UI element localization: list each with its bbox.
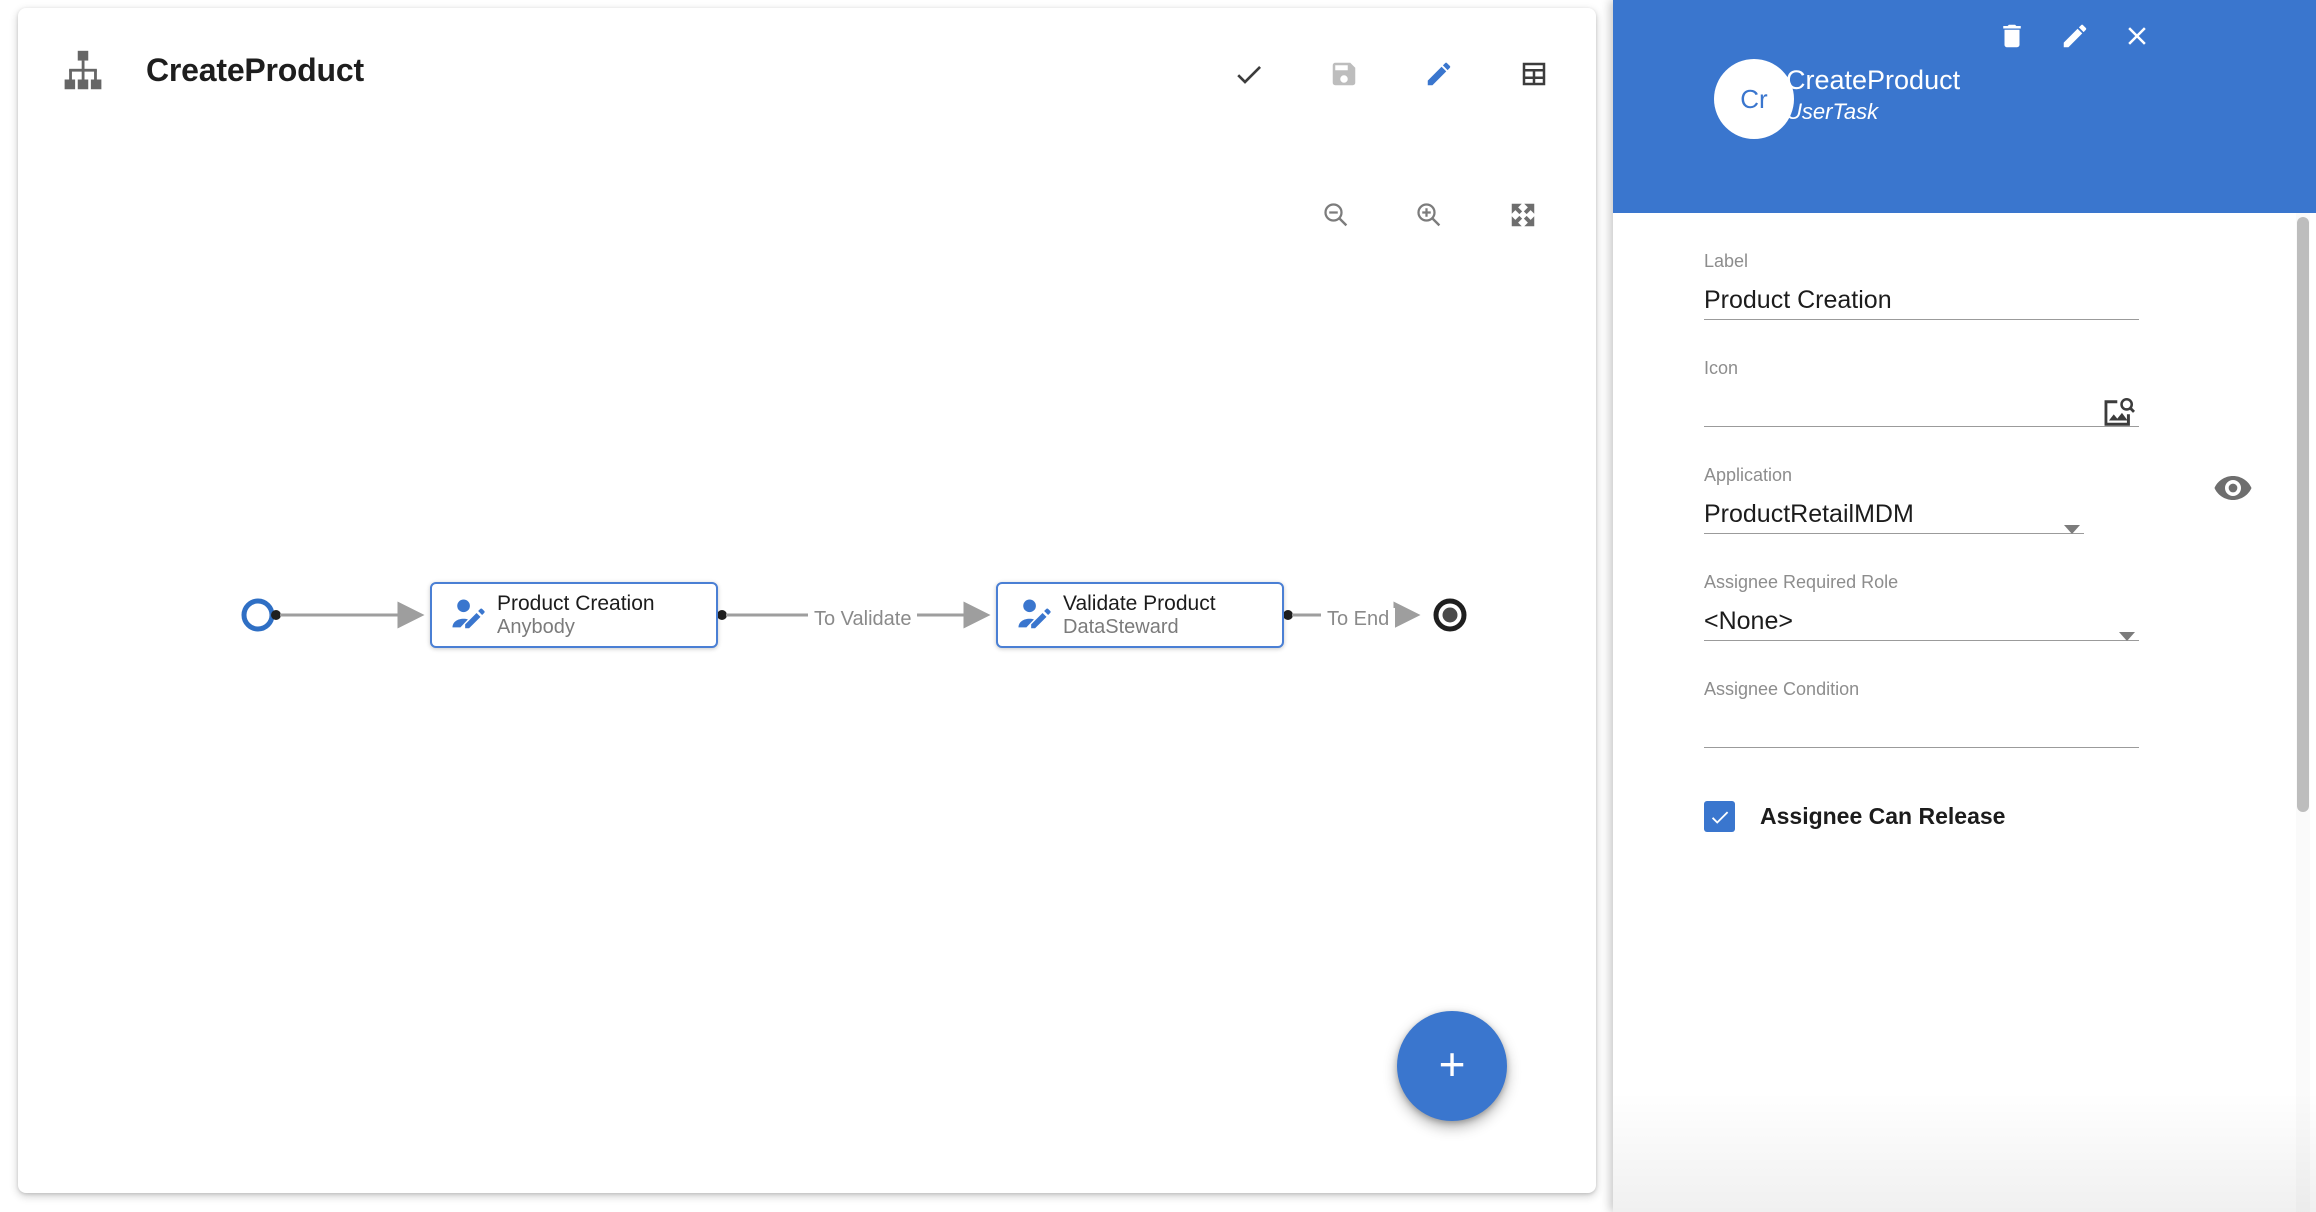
start-event[interactable] — [244, 601, 281, 629]
chevron-down-icon[interactable] — [2119, 632, 2135, 641]
flow-graph — [18, 248, 1596, 1193]
end-event[interactable] — [1436, 601, 1464, 629]
properties-panel: Cr CreateProduct UserTask Label Product … — [1613, 0, 2316, 1212]
node-title: Validate Product — [1063, 592, 1216, 616]
field-underline — [1704, 533, 2084, 534]
save-icon — [1329, 59, 1359, 89]
table-icon — [1519, 59, 1549, 89]
check-icon — [1233, 58, 1265, 90]
close-button[interactable] — [2113, 12, 2161, 60]
field-underline — [1704, 640, 2139, 641]
account-tree-icon — [57, 48, 109, 93]
checkbox-label: Assignee Can Release — [1760, 803, 2005, 830]
add-element-button[interactable]: + — [1397, 1011, 1507, 1121]
flow-node-validate-product[interactable]: Validate Product DataSteward — [996, 582, 1284, 648]
delete-button[interactable] — [1988, 12, 2036, 60]
panel-title: CreateProduct — [1786, 65, 1960, 96]
assignee-can-release-checkbox[interactable]: Assignee Can Release — [1704, 801, 2005, 832]
node-subtitle: DataSteward — [1063, 616, 1216, 638]
eye-icon[interactable] — [2213, 468, 2253, 508]
node-title: Product Creation — [497, 592, 655, 616]
node-text: Validate Product DataSteward — [1063, 592, 1216, 638]
node-text: Product Creation Anybody — [497, 592, 655, 638]
field-label-text: Icon — [1704, 358, 2139, 379]
fit-screen-button[interactable] — [1501, 193, 1545, 237]
zoom-in-icon — [1414, 200, 1444, 230]
pencil-icon — [2060, 21, 2090, 51]
chevron-down-icon[interactable] — [2064, 525, 2080, 534]
flow-node-product-creation[interactable]: Product Creation Anybody — [430, 582, 718, 648]
checkbox-box[interactable] — [1704, 801, 1735, 832]
page-title: CreateProduct — [146, 52, 364, 89]
check-icon — [1709, 806, 1731, 828]
close-icon — [2122, 21, 2152, 51]
field-label-text: Assignee Condition — [1704, 679, 2139, 700]
pencil-icon — [1424, 59, 1454, 89]
edge-label-to-end[interactable]: To End — [1321, 608, 1395, 631]
plus-icon: + — [1439, 1041, 1466, 1087]
field-label-text: Application — [1704, 465, 2084, 486]
assignee-role-select[interactable]: <None> — [1704, 602, 2139, 640]
node2-out-port — [1283, 610, 1293, 620]
designer-card: CreateProduct — [18, 8, 1596, 1193]
image-search-icon[interactable] — [2101, 396, 2135, 430]
node1-out-port — [717, 610, 727, 620]
field-icon: Icon — [1704, 358, 2139, 427]
field-label-text: Assignee Required Role — [1704, 572, 2139, 593]
validate-button[interactable] — [1227, 52, 1271, 96]
field-label: Label Product Creation — [1704, 251, 2139, 320]
trash-icon — [1997, 21, 2027, 51]
card-header: CreateProduct — [18, 8, 1596, 113]
user-edit-icon — [1015, 596, 1053, 634]
field-application: Application ProductRetailMDM — [1704, 465, 2084, 534]
panel-body: Label Product Creation Icon Application … — [1613, 213, 2316, 1212]
label-input[interactable]: Product Creation — [1704, 281, 2139, 319]
field-underline — [1704, 319, 2139, 320]
field-label-text: Label — [1704, 251, 2139, 272]
field-assignee-condition: Assignee Condition — [1704, 679, 2139, 748]
edit-properties-button[interactable] — [2051, 12, 2099, 60]
avatar-initials: Cr — [1740, 84, 1767, 115]
workflow-designer-app: CreateProduct — [0, 0, 2316, 1212]
assignee-condition-input[interactable] — [1704, 709, 2139, 747]
table-view-button[interactable] — [1512, 52, 1556, 96]
panel-bottom-shadow — [1613, 1092, 2316, 1212]
edit-button[interactable] — [1417, 52, 1461, 96]
edge-label-to-validate[interactable]: To Validate — [808, 608, 917, 631]
avatar: Cr — [1714, 59, 1794, 139]
node-subtitle: Anybody — [497, 616, 655, 638]
field-underline — [1704, 426, 2139, 427]
icon-input[interactable] — [1704, 388, 2139, 426]
zoom-out-icon — [1321, 200, 1351, 230]
scrollbar-thumb[interactable] — [2297, 217, 2309, 812]
panel-header: Cr CreateProduct UserTask — [1613, 0, 2316, 213]
application-select[interactable]: ProductRetailMDM — [1704, 495, 2084, 533]
save-button[interactable] — [1322, 52, 1366, 96]
panel-subtitle: UserTask — [1786, 99, 1878, 125]
zoom-in-button[interactable] — [1407, 193, 1451, 237]
fit-screen-icon — [1508, 200, 1538, 230]
panel-scrollbar[interactable] — [2296, 213, 2310, 1212]
flow-canvas[interactable]: Product Creation Anybody Validate Produc… — [18, 248, 1596, 1193]
zoom-out-button[interactable] — [1314, 193, 1358, 237]
field-underline — [1704, 747, 2139, 748]
field-assignee-required-role: Assignee Required Role <None> — [1704, 572, 2139, 641]
user-edit-icon — [449, 596, 487, 634]
